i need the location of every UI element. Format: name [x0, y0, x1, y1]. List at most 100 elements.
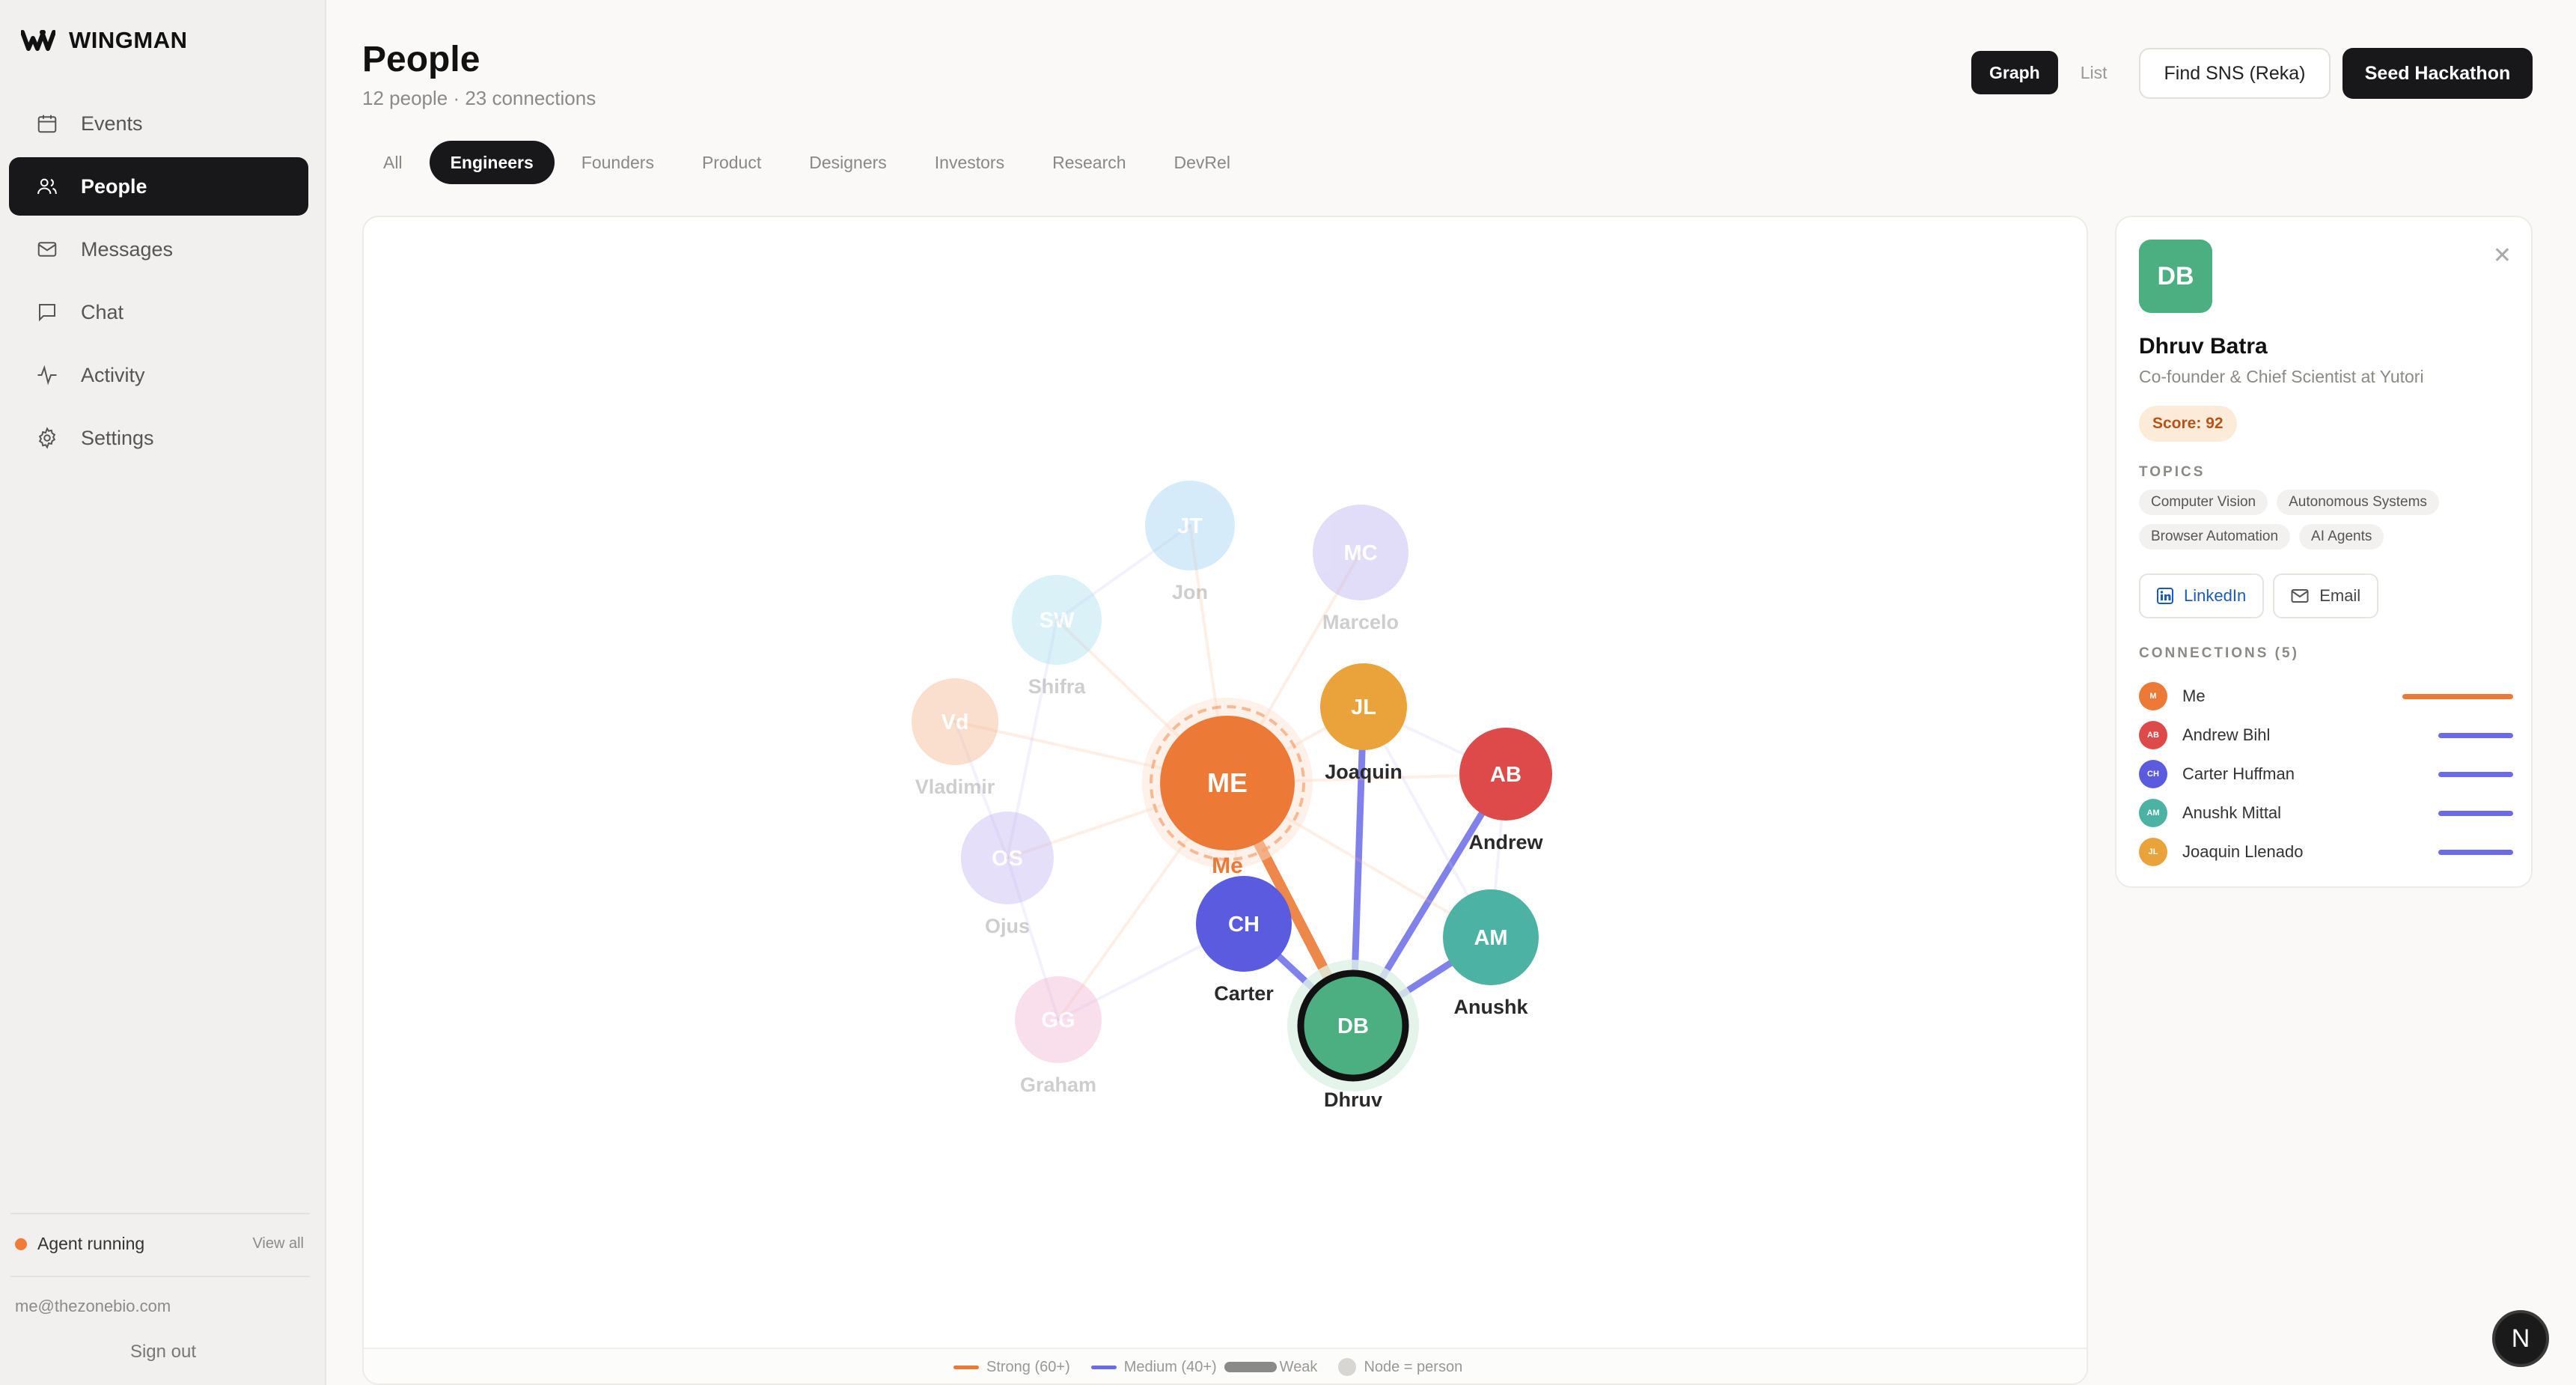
connection-name: Carter Huffman	[2182, 764, 2295, 783]
graph-node-andrew[interactable]: AB Andrew	[1459, 728, 1552, 853]
email-label: Email	[2319, 586, 2361, 605]
sidebar-item-chat[interactable]: Chat	[9, 283, 308, 341]
connection-row[interactable]: CH Carter Huffman	[2139, 755, 2513, 794]
topics-heading: TOPICS	[2139, 464, 2206, 480]
node-label: Jon	[1172, 581, 1208, 603]
node-initials: GG	[1041, 1008, 1075, 1032]
find-sns-button[interactable]: Find SNS (Reka)	[2139, 48, 2331, 99]
node-label: Marcelo	[1322, 611, 1399, 633]
gear-icon	[34, 425, 60, 451]
filter-investors[interactable]: Investors	[914, 141, 1025, 184]
sidebar-item-label: Chat	[81, 300, 124, 323]
graph-node-shifra[interactable]: SW Shifra	[1012, 575, 1102, 698]
connection-row[interactable]: AM Anushk Mittal	[2139, 794, 2513, 832]
node-initials: DB	[1337, 1014, 1369, 1038]
graph-node-dhruv[interactable]: DB Dhruv	[1287, 960, 1419, 1111]
graph-node-joaquin[interactable]: JL Joaquin	[1320, 663, 1407, 783]
sidebar-item-messages[interactable]: Messages	[9, 220, 308, 278]
connection-row[interactable]: AB Andrew Bihl	[2139, 716, 2513, 755]
connections-heading: CONNECTIONS (5)	[2139, 645, 2299, 661]
sidebar-nav: Events People Messages Chat Activity Set…	[9, 94, 308, 472]
node-initials: AB	[1490, 763, 1522, 787]
node-initials: ME	[1207, 767, 1248, 798]
sidebar-item-activity[interactable]: Activity	[9, 346, 308, 404]
graph-node-vladimir[interactable]: Vd Vladimir	[912, 678, 998, 798]
email-button[interactable]: Email	[2273, 573, 2379, 618]
node-initials: AM	[1474, 926, 1507, 950]
network-graph[interactable]: JT Jon MC Marcelo SW Shifra Vd Vladimir OS Ojus GG…	[364, 217, 2088, 1351]
list-view-button[interactable]: List	[2063, 51, 2125, 94]
graph-node-graham[interactable]: GG Graham	[1015, 976, 1102, 1096]
agent-status-text: Agent running	[37, 1234, 145, 1253]
close-icon[interactable]: ✕	[2493, 243, 2512, 269]
node-label: Shifra	[1028, 675, 1087, 698]
legend-strong-swatch	[953, 1365, 979, 1369]
filter-devrel[interactable]: DevRel	[1153, 141, 1251, 184]
graph-node-anushk[interactable]: AM Anushk	[1443, 889, 1539, 1018]
sidebar-item-label: Events	[81, 112, 143, 135]
node-initials: Vd	[941, 710, 968, 734]
nextjs-badge-icon[interactable]: N	[2492, 1310, 2549, 1367]
connection-row[interactable]: JL Joaquin Llenado	[2139, 832, 2513, 871]
linkedin-label: LinkedIn	[2184, 586, 2247, 605]
category-filters: All Engineers Founders Product Designers…	[362, 141, 1251, 184]
legend-weak-swatch	[1224, 1362, 1277, 1372]
filter-engineers[interactable]: Engineers	[429, 141, 555, 184]
topic-tag: AI Agents	[2299, 524, 2384, 550]
node-initials: JT	[1177, 514, 1203, 538]
sidebar-item-events[interactable]: Events	[9, 94, 308, 153]
connection-strength-bar	[2438, 850, 2513, 855]
page-subtitle: 12 people · 23 connections	[362, 87, 596, 109]
status-dot-icon	[15, 1238, 27, 1250]
topics-list: Computer Vision Autonomous Systems Brows…	[2139, 490, 2513, 550]
legend-weak: Weak	[1224, 1358, 1318, 1376]
connection-name: Joaquin Llenado	[2182, 842, 2304, 861]
person-name: Dhruv Batra	[2139, 334, 2268, 359]
chat-icon	[34, 299, 60, 325]
filter-product[interactable]: Product	[681, 141, 782, 184]
legend-medium: Medium (40+)	[1090, 1359, 1217, 1376]
legend-node-dot-icon	[1338, 1358, 1357, 1376]
sidebar-item-label: People	[81, 174, 147, 198]
graph-node-ojus[interactable]: OS Ojus	[961, 812, 1054, 937]
legend-strong-label: Strong (60+)	[986, 1358, 1070, 1375]
graph-node-jon[interactable]: JT Jon	[1145, 481, 1235, 603]
node-initials: OS	[992, 847, 1023, 871]
connection-row[interactable]: M Me	[2139, 677, 2513, 716]
connection-avatar: CH	[2139, 760, 2167, 788]
filter-founders[interactable]: Founders	[561, 141, 675, 184]
graph-view-button[interactable]: Graph	[1971, 51, 2058, 94]
graph-node-carter[interactable]: CH Carter	[1196, 876, 1292, 1005]
sign-out-button[interactable]: Sign out	[0, 1342, 326, 1363]
activity-icon	[34, 362, 60, 388]
connection-name: Andrew Bihl	[2182, 725, 2271, 744]
seed-hackathon-button[interactable]: Seed Hackathon	[2342, 48, 2533, 99]
person-detail-panel: DB ✕ Dhruv Batra Co-founder & Chief Scie…	[2115, 216, 2533, 888]
brand-name: WINGMAN	[69, 27, 188, 53]
sidebar-item-label: Activity	[81, 363, 145, 386]
sidebar-item-label: Messages	[81, 237, 174, 261]
node-initials: CH	[1228, 913, 1260, 937]
graph-node-me[interactable]: ME Me	[1142, 698, 1313, 878]
view-all-link[interactable]: View all	[252, 1235, 304, 1252]
node-label: Ojus	[985, 915, 1030, 937]
node-initials: JL	[1351, 695, 1376, 719]
sidebar: WINGMAN Events People Messages Chat Acti…	[0, 0, 326, 1385]
legend-weak-label: Weak	[1279, 1358, 1318, 1375]
graph-legend-bar: Strong (60+) Medium (40+) Weak Node = pe…	[364, 1348, 2087, 1384]
sidebar-item-people[interactable]: People	[9, 157, 308, 216]
mail-icon	[2291, 589, 2309, 603]
node-initials: SW	[1040, 609, 1075, 633]
filter-research[interactable]: Research	[1031, 141, 1147, 184]
linkedin-button[interactable]: LinkedIn	[2139, 573, 2265, 618]
filter-all[interactable]: All	[362, 141, 424, 184]
linkedin-icon	[2157, 588, 2173, 604]
legend-node: Node = person	[1338, 1358, 1462, 1376]
network-graph-panel[interactable]: JT Jon MC Marcelo SW Shifra Vd Vladimir OS Ojus GG…	[362, 216, 2088, 1385]
filter-designers[interactable]: Designers	[788, 141, 908, 184]
sidebar-item-settings[interactable]: Settings	[9, 409, 308, 467]
brand[interactable]: WINGMAN	[21, 27, 187, 54]
graph-node-marcelo[interactable]: MC Marcelo	[1313, 505, 1408, 633]
people-icon	[34, 174, 60, 199]
connection-strength-bar	[2438, 811, 2513, 816]
